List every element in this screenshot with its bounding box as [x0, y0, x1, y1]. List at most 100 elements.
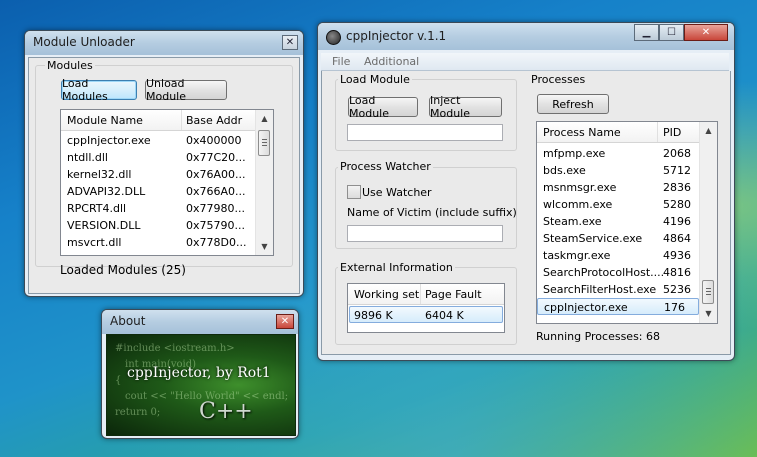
use-watcher-label: Use Watcher	[362, 186, 432, 199]
table-row[interactable]: wlcomm.exe 5280	[537, 196, 699, 213]
module-unloader-titlebar[interactable]: Module Unloader ✕	[25, 31, 303, 55]
vertical-scrollbar[interactable]: ▲ ▼	[699, 122, 717, 323]
inject-module-button[interactable]: Inject Module	[429, 94, 502, 120]
close-button[interactable]: ✕	[276, 314, 294, 329]
process-name: SearchProtocolHost....	[543, 266, 665, 279]
table-row[interactable]: RPCRT4.dll 0x77980...	[61, 200, 255, 217]
module-name: kernel32.dll	[67, 168, 132, 181]
process-name: SteamService.exe	[543, 232, 643, 245]
process-name: bds.exe	[543, 164, 586, 177]
cpp-logo: C++	[199, 399, 253, 424]
process-name: cppInjector.exe	[544, 301, 628, 314]
group-label: Process Watcher	[338, 160, 433, 173]
scroll-thumb[interactable]	[258, 130, 270, 156]
process-list[interactable]: Process Name PID mfpmp.exe 2068 bds.exe 571…	[536, 121, 718, 324]
module-path-input[interactable]	[347, 124, 503, 141]
cppinjector-client: Load Module Load Module Inject Module Pr…	[321, 71, 731, 355]
unload-module-button[interactable]: Unload Module	[145, 77, 227, 103]
scroll-up-icon[interactable]: ▲	[256, 110, 273, 127]
cppinjector-titlebar[interactable]: cppInjector v.1.1 ▁ ☐ ✕	[318, 23, 734, 50]
module-unloader-window: Module Unloader ✕ Modules Load Modules U…	[24, 30, 304, 297]
column-header[interactable]: Base Addr	[186, 114, 242, 127]
base-address: 0x77C20...	[186, 151, 246, 164]
process-pid: 2836	[663, 181, 691, 194]
about-window: About ✕ #include <iostream.h> int main(vo…	[101, 309, 299, 439]
external-info-list[interactable]: Working set Page Fault 9896 K 6404 K	[347, 283, 505, 333]
table-row[interactable]: kernel32.dll 0x76A00...	[61, 166, 255, 183]
table-row[interactable]: msvcrt.dll 0x778D0...	[61, 234, 255, 251]
scroll-down-icon[interactable]: ▼	[700, 305, 717, 322]
table-row[interactable]: bds.exe 5712	[537, 162, 699, 179]
load-modules-button[interactable]: Load Modules	[61, 77, 137, 103]
app-icon	[326, 30, 341, 45]
about-titlebar[interactable]: About ✕	[102, 310, 298, 334]
column-header[interactable]: Process Name	[543, 126, 621, 139]
menu-file[interactable]: File	[332, 55, 350, 68]
process-name: SearchFilterHost.exe	[543, 283, 657, 296]
maximize-button[interactable]: ☐	[659, 24, 684, 41]
close-button[interactable]: ✕	[282, 35, 298, 50]
column-header[interactable]: Module Name	[67, 114, 143, 127]
table-row[interactable]: SearchProtocolHost.... 4816	[537, 264, 699, 281]
window-title: About	[110, 314, 146, 328]
table-row[interactable]: mfpmp.exe 2068	[537, 145, 699, 162]
running-processes-status: Running Processes: 68	[536, 330, 660, 343]
scroll-up-icon[interactable]: ▲	[700, 122, 717, 139]
minimize-button[interactable]: ▁	[634, 24, 659, 41]
process-pid: 2068	[663, 147, 691, 160]
scroll-thumb[interactable]	[702, 280, 714, 304]
column-header[interactable]: Page Fault	[425, 288, 482, 301]
window-title: cppInjector v.1.1	[346, 29, 447, 43]
module-name: msvcrt.dll	[67, 236, 122, 249]
load-module-button[interactable]: Load Module	[348, 94, 418, 120]
module-unloader-client: Modules Load Modules Unload Module Modul…	[28, 57, 300, 294]
module-name: RPCRT4.dll	[67, 202, 127, 215]
minimize-icon: ▁	[642, 27, 651, 38]
column-header[interactable]: Working set	[354, 288, 419, 301]
table-row[interactable]: VERSION.DLL 0x75790...	[61, 217, 255, 234]
module-name: cppInjector.exe	[67, 134, 151, 147]
close-icon: ✕	[285, 37, 295, 48]
scroll-down-icon[interactable]: ▼	[256, 238, 273, 255]
banner-title: cppInjector, by Rot1	[127, 365, 271, 381]
base-address: 0x766A0...	[186, 185, 246, 198]
cppinjector-window: cppInjector v.1.1 ▁ ☐ ✕ File Additional …	[317, 22, 735, 361]
victim-label: Name of Victim (include suffix)	[347, 206, 517, 219]
module-name: ntdll.dll	[67, 151, 108, 164]
process-name: mfpmp.exe	[543, 147, 606, 160]
process-pid: 4196	[663, 215, 691, 228]
close-button[interactable]: ✕	[684, 24, 728, 41]
table-row[interactable]: cppInjector.exe 0x400000	[61, 132, 255, 149]
module-name: VERSION.DLL	[67, 219, 141, 232]
group-label: External Information	[338, 261, 455, 274]
menu-additional[interactable]: Additional	[364, 55, 419, 68]
maximize-icon: ☐	[667, 27, 676, 38]
table-row[interactable]: msnmsgr.exe 2836	[537, 179, 699, 196]
process-name: taskmgr.exe	[543, 249, 611, 262]
process-pid: 4936	[663, 249, 691, 262]
column-header[interactable]: PID	[663, 126, 681, 139]
table-row[interactable]: taskmgr.exe 4936	[537, 247, 699, 264]
table-row[interactable]: cppInjector.exe 176	[537, 298, 699, 315]
use-watcher-checkbox[interactable]	[347, 185, 361, 199]
table-row[interactable]: ntdll.dll 0x77C20...	[61, 149, 255, 166]
module-name: ADVAPI32.DLL	[67, 185, 146, 198]
victim-name-input[interactable]	[347, 225, 503, 242]
base-address: 0x77980...	[186, 202, 245, 215]
vertical-scrollbar[interactable]: ▲ ▼	[255, 110, 273, 255]
about-banner: #include <iostream.h> int main(void){cout…	[106, 334, 296, 436]
background-code-line: #include <iostream.h>	[115, 343, 235, 354]
modules-list[interactable]: Module Name Base Addr cppInjector.exe 0x4…	[60, 109, 274, 256]
table-row[interactable]: ADVAPI32.DLL 0x766A0...	[61, 183, 255, 200]
refresh-button[interactable]: Refresh	[537, 94, 609, 114]
list-item[interactable]: 9896 K 6404 K	[349, 306, 503, 323]
table-row[interactable]: SearchFilterHost.exe 5236	[537, 281, 699, 298]
process-name: Steam.exe	[543, 215, 602, 228]
table-row[interactable]: Steam.exe 4196	[537, 213, 699, 230]
process-name: wlcomm.exe	[543, 198, 613, 211]
base-address: 0x400000	[186, 134, 242, 147]
table-row[interactable]: SteamService.exe 4864	[537, 230, 699, 247]
process-pid: 4816	[663, 266, 691, 279]
process-pid: 4864	[663, 232, 691, 245]
menu-bar: File Additional	[321, 53, 729, 71]
